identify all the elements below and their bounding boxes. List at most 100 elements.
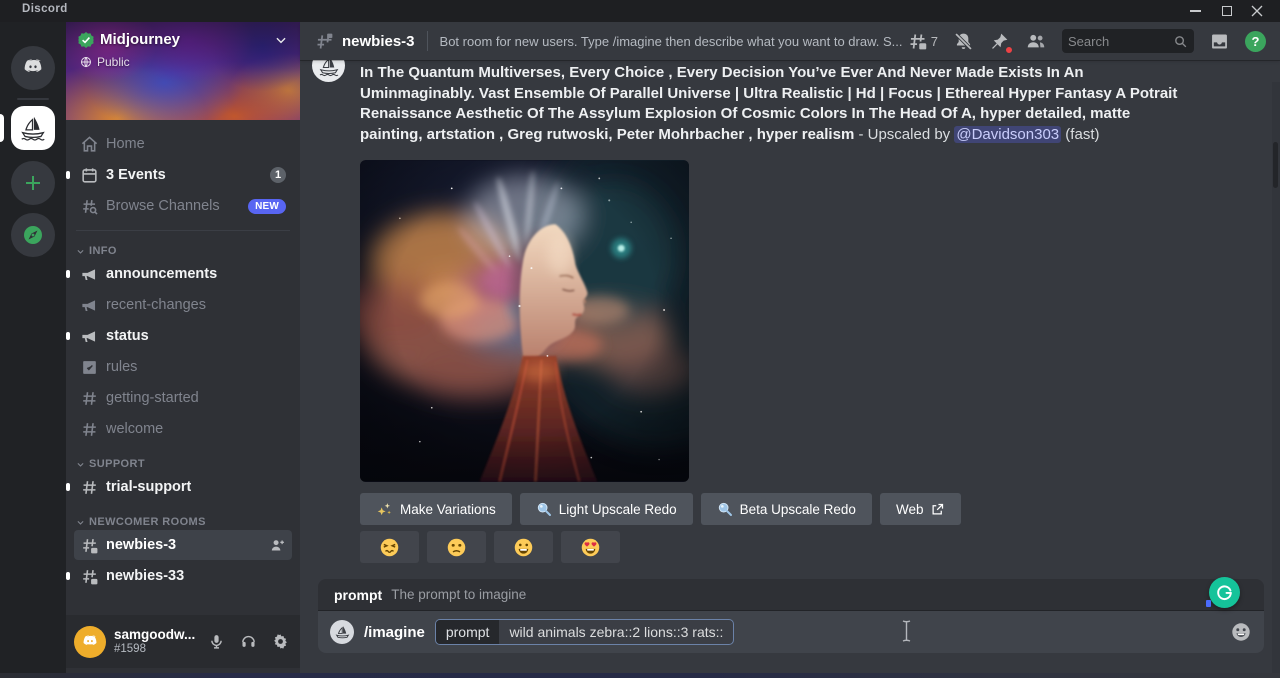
sidebar-item-rules[interactable]: rules — [74, 352, 292, 382]
home-icon — [80, 135, 99, 154]
new-badge: NEW — [248, 199, 286, 214]
grammarly-badge — [1206, 600, 1211, 607]
grammarly-icon — [1215, 583, 1234, 602]
member-list-button[interactable] — [1025, 30, 1047, 52]
hash-chat-icon — [80, 536, 99, 555]
sparkles-icon — [376, 501, 393, 518]
hash-chat-icon — [314, 31, 335, 52]
sidebar-item-status[interactable]: status — [74, 321, 292, 351]
sidebar-item-newbies-3[interactable]: newbies-3 — [74, 530, 292, 560]
compass-icon — [21, 223, 45, 247]
reaction-confounded[interactable] — [360, 531, 419, 563]
help-button[interactable]: ? — [1245, 31, 1266, 52]
command-option-pill[interactable]: prompt wild animals zebra::2 lions::3 ra… — [435, 619, 735, 645]
hint-option-name: prompt — [334, 587, 382, 603]
minimize-button[interactable] — [1180, 0, 1210, 22]
explore-servers-button[interactable] — [11, 213, 55, 257]
threads-icon — [907, 31, 928, 52]
magnifier-icon — [536, 501, 552, 517]
magnifier-icon — [717, 501, 733, 517]
hint-option-description: The prompt to imagine — [391, 587, 526, 602]
window-bottom-edge — [0, 673, 1280, 678]
scrollbar-thumb[interactable] — [1273, 142, 1278, 188]
inbox-button[interactable] — [1209, 31, 1230, 52]
sailboat-icon — [18, 113, 48, 143]
section-newcomer-rooms[interactable]: NEWCOMER ROOMS — [74, 516, 292, 528]
sidebar-item-browse-channels[interactable]: Browse Channels NEW — [74, 191, 292, 221]
sidebar-item-getting-started[interactable]: getting-started — [74, 383, 292, 413]
calendar-icon — [80, 166, 99, 185]
add-server-button[interactable] — [11, 161, 55, 205]
hash-chat-icon — [80, 567, 99, 586]
make-variations-button[interactable]: Make Variations — [360, 493, 512, 525]
channel-topic[interactable]: Bot room for new users. Type /imagine th… — [440, 34, 903, 49]
server-icon-midjourney[interactable] — [11, 106, 55, 150]
option-name: prompt — [436, 620, 500, 644]
browse-channels-icon — [80, 197, 99, 216]
sidebar-item-announcements[interactable]: announcements — [74, 259, 292, 289]
section-info[interactable]: INFO — [74, 245, 292, 257]
sidebar-item-recent-changes[interactable]: recent-changes — [74, 290, 292, 320]
pin-notification-dot — [1005, 46, 1013, 54]
sidebar-item-events[interactable]: 3 Events 1 — [74, 160, 292, 190]
close-icon — [1251, 5, 1263, 17]
reaction-heart-eyes[interactable] — [561, 531, 620, 563]
search-box[interactable] — [1062, 29, 1194, 53]
unread-indicator — [66, 171, 70, 179]
search-input[interactable] — [1068, 34, 1173, 49]
slash-command-hint[interactable]: prompt The prompt to imagine — [318, 579, 1264, 611]
server-rail — [0, 22, 66, 673]
generated-image[interactable] — [360, 160, 689, 482]
chevron-down-icon — [76, 518, 85, 527]
hash-icon — [80, 420, 99, 439]
user-avatar[interactable] — [74, 626, 106, 658]
sidebar-item-newbies-33[interactable]: newbies-33 — [74, 561, 292, 591]
beta-upscale-redo-button[interactable]: Beta Upscale Redo — [701, 493, 872, 525]
server-banner[interactable]: Midjourney Public — [66, 22, 300, 120]
threads-button[interactable]: 7 — [907, 31, 938, 52]
username: samgoodw... — [114, 627, 195, 643]
light-upscale-redo-button[interactable]: Light Upscale Redo — [520, 493, 693, 525]
chat-messages: In The Quantum Multiverses, Every Choice… — [300, 60, 1280, 577]
web-button[interactable]: Web — [880, 493, 962, 525]
members-icon — [1025, 30, 1047, 52]
message-input-bar[interactable]: /imagine prompt wild animals zebra::2 li… — [318, 611, 1264, 653]
channel-list: Home 3 Events 1 Browse Channels NEW INFO… — [66, 120, 300, 615]
plus-icon — [23, 173, 43, 193]
notifications-button[interactable] — [953, 31, 974, 52]
option-value-input[interactable]: wild animals zebra::2 lions::3 rats:: — [499, 620, 733, 644]
chat-scrollbar[interactable] — [1272, 82, 1280, 675]
emoji-picker-button[interactable] — [1230, 621, 1252, 643]
settings-button[interactable] — [268, 629, 292, 655]
pinned-messages-button[interactable] — [989, 31, 1010, 52]
chevron-down-icon — [274, 33, 288, 47]
sidebar-item-home[interactable]: Home — [74, 129, 292, 159]
grammarly-button[interactable] — [1209, 577, 1240, 608]
invite-person-icon[interactable] — [269, 537, 286, 554]
user-mention[interactable]: @Davidson303 — [954, 126, 1061, 143]
window-titlebar: Discord — [0, 0, 1280, 22]
close-button[interactable] — [1242, 0, 1272, 22]
server-header[interactable]: Midjourney — [78, 31, 288, 48]
reaction-grinning[interactable] — [494, 531, 553, 563]
rail-divider — [17, 98, 49, 100]
sidebar-item-welcome[interactable]: welcome — [74, 414, 292, 444]
heart-eyes-face-icon — [580, 537, 601, 558]
smiley-icon — [1230, 621, 1252, 643]
server-name: Midjourney — [100, 31, 180, 48]
maximize-button[interactable] — [1212, 0, 1242, 22]
discord-logo-icon — [80, 632, 100, 652]
user-discriminator: #1598 — [114, 643, 195, 656]
discord-home-button[interactable] — [11, 46, 55, 90]
reaction-disappointed[interactable] — [427, 531, 486, 563]
composer: prompt The prompt to imagine /imagine pr… — [318, 579, 1264, 653]
external-link-icon — [930, 502, 945, 517]
bot-avatar[interactable] — [312, 60, 345, 82]
sidebar-item-trial-support[interactable]: trial-support — [74, 472, 292, 502]
mic-button[interactable] — [204, 629, 228, 655]
message-text: In The Quantum Multiverses, Every Choice… — [360, 60, 1192, 145]
chevron-down-icon — [76, 460, 85, 469]
globe-icon — [80, 56, 92, 68]
section-support[interactable]: SUPPORT — [74, 458, 292, 470]
deafen-button[interactable] — [236, 629, 260, 655]
